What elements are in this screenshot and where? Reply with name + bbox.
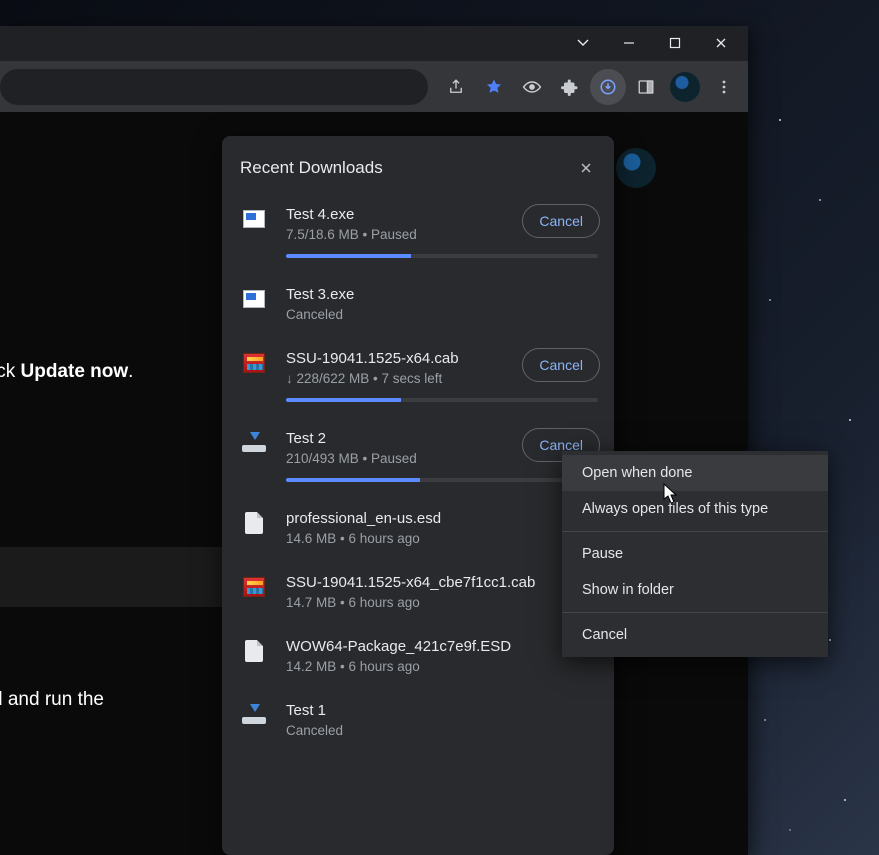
download-item[interactable]: Test 3.exe Canceled: [222, 272, 614, 336]
download-filename: professional_en-us.esd: [286, 510, 598, 527]
download-item[interactable]: Test 1 Canceled: [222, 688, 614, 752]
download-progress-track: [286, 478, 598, 482]
toolbar: [0, 60, 748, 112]
profile-avatar[interactable]: [670, 72, 700, 102]
window-minimize-button[interactable]: [606, 26, 652, 60]
address-bar[interactable]: [0, 69, 428, 105]
dl-file-icon: [240, 704, 268, 726]
context-menu-item[interactable]: Open when done: [562, 455, 828, 491]
context-menu-item[interactable]: Show in folder: [562, 572, 828, 608]
download-status: 14.6 MB • 6 hours ago: [286, 531, 598, 546]
cab-file-icon: [240, 576, 268, 598]
kebab-menu-icon[interactable]: [706, 69, 742, 105]
page-text: ick: [0, 361, 21, 382]
extensions-puzzle-icon[interactable]: [552, 69, 588, 105]
dl-file-icon: [240, 432, 268, 454]
downloads-icon[interactable]: [590, 69, 626, 105]
download-progress-fill: [286, 478, 420, 482]
downloads-panel-close-button[interactable]: [572, 154, 600, 182]
download-item[interactable]: WOW64-Package_421c7e9f.ESD 14.2 MB • 6 ho…: [222, 624, 614, 688]
bookmark-star-icon[interactable]: [476, 69, 512, 105]
window-titlebar: [0, 26, 748, 60]
download-filename: WOW64-Package_421c7e9f.ESD: [286, 638, 598, 655]
page-text-line: ick Update now.: [0, 358, 133, 387]
download-item[interactable]: SSU-19041.1525-x64_cbe7f1cc1.cab 14.7 MB …: [222, 560, 614, 624]
context-menu-item[interactable]: Pause: [562, 536, 828, 572]
exe-file-icon: [240, 288, 268, 310]
window-close-button[interactable]: [698, 26, 744, 60]
download-item[interactable]: SSU-19041.1525-x64.cab↓ 228/622 MB • 7 s…: [222, 336, 614, 416]
share-icon[interactable]: [438, 69, 474, 105]
page-text: .: [128, 361, 133, 382]
window-maximize-button[interactable]: [652, 26, 698, 60]
download-filename: SSU-19041.1525-x64_cbe7f1cc1.cab: [286, 574, 598, 591]
eye-icon[interactable]: [514, 69, 550, 105]
download-status: 14.7 MB • 6 hours ago: [286, 595, 598, 610]
context-menu-item[interactable]: Cancel: [562, 617, 828, 653]
file-file-icon: [240, 640, 268, 662]
tab-search-button[interactable]: [560, 26, 606, 60]
download-context-menu: Open when doneAlways open files of this …: [562, 451, 828, 657]
download-progress-fill: [286, 398, 401, 402]
file-file-icon: [240, 512, 268, 534]
downloads-panel: Recent Downloads Test 4.exe7.5/18.6 MB •…: [222, 136, 614, 855]
page-text: d and run the: [0, 689, 104, 710]
download-item[interactable]: professional_en-us.esd 14.6 MB • 6 hours …: [222, 496, 614, 560]
page-avatar: [616, 148, 656, 188]
download-filename: Test 3.exe: [286, 286, 598, 303]
downloads-panel-header: Recent Downloads: [222, 136, 614, 192]
page-text-line: d and run the: [0, 686, 104, 715]
download-cancel-button[interactable]: Cancel: [522, 204, 600, 238]
context-menu-separator: [562, 612, 828, 613]
downloads-list: Test 4.exe7.5/18.6 MB • PausedCancelTest…: [222, 192, 614, 752]
exe-file-icon: [240, 208, 268, 230]
page-text-bold: Update now: [21, 361, 129, 382]
download-status: 14.2 MB • 6 hours ago: [286, 659, 598, 674]
download-status: Canceled: [286, 307, 598, 322]
context-menu-separator: [562, 531, 828, 532]
downloads-panel-title: Recent Downloads: [240, 158, 383, 178]
download-item[interactable]: Test 4.exe7.5/18.6 MB • PausedCancel: [222, 192, 614, 272]
download-progress-fill: [286, 254, 411, 258]
download-status: Canceled: [286, 723, 598, 738]
context-menu-item[interactable]: Always open files of this type: [562, 491, 828, 527]
download-item[interactable]: Test 2210/493 MB • PausedCancel: [222, 416, 614, 496]
download-cancel-button[interactable]: Cancel: [522, 348, 600, 382]
cab-file-icon: [240, 352, 268, 374]
side-panel-icon[interactable]: [628, 69, 664, 105]
download-progress-track: [286, 254, 598, 258]
download-filename: Test 1: [286, 702, 598, 719]
download-progress-track: [286, 398, 598, 402]
